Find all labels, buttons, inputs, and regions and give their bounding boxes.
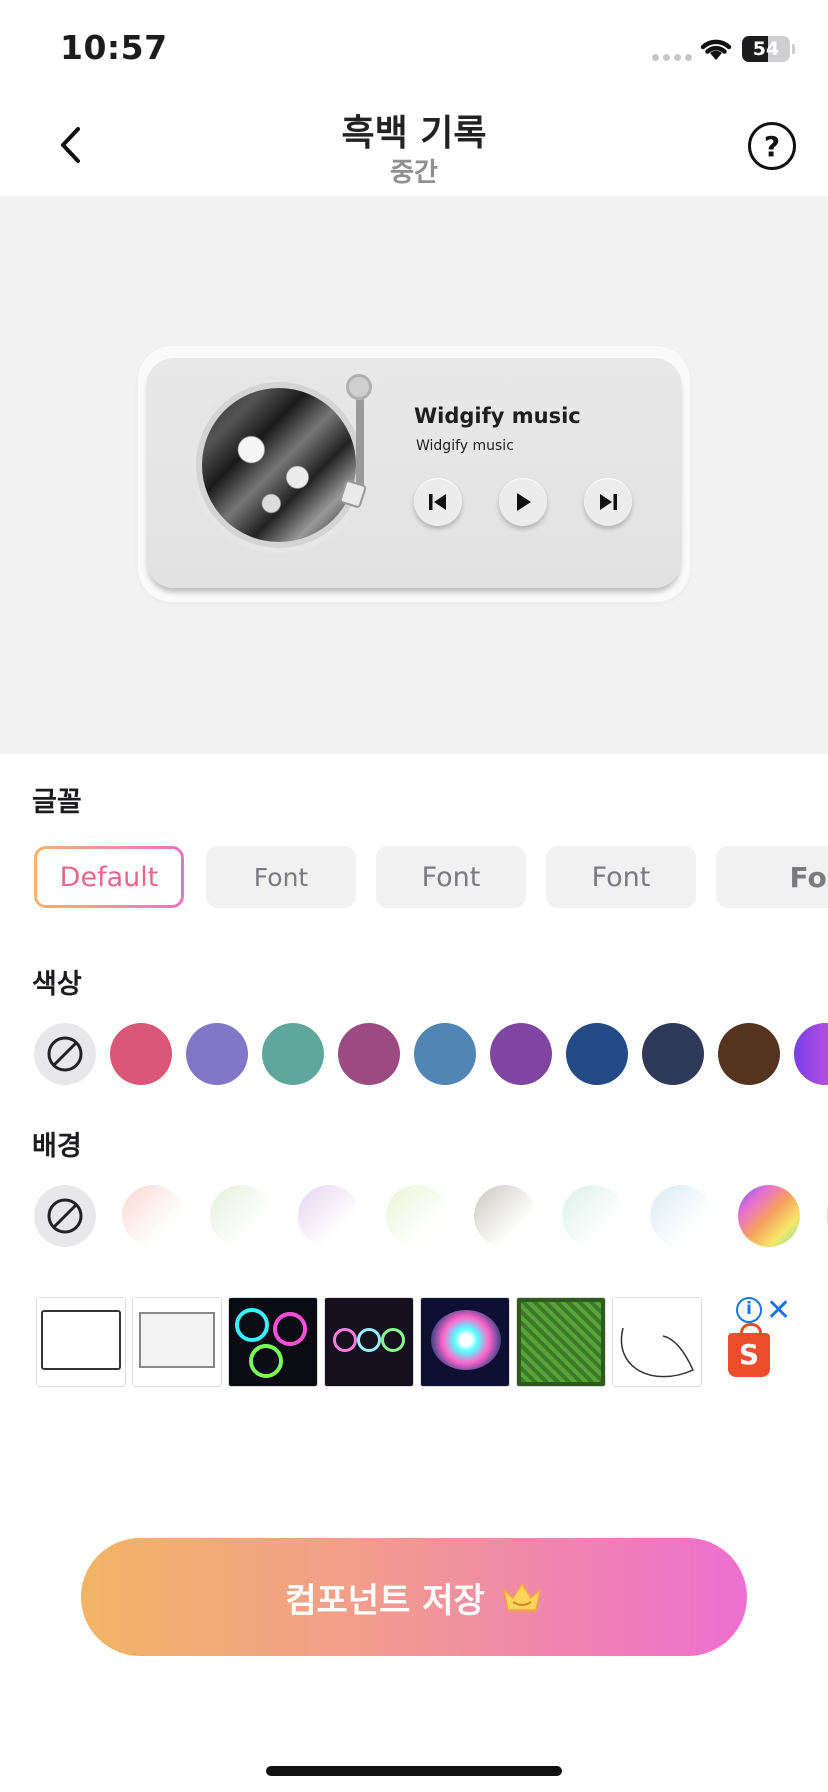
help-button[interactable]: ? xyxy=(748,122,796,170)
color-swatch[interactable] xyxy=(490,1023,552,1085)
color-swatch[interactable] xyxy=(298,1185,360,1247)
color-swatch[interactable] xyxy=(566,1023,628,1085)
color-swatch[interactable] xyxy=(562,1185,624,1247)
status-time: 10:57 xyxy=(60,28,168,67)
color-section-label: 색상 xyxy=(32,969,82,1000)
color-swatch[interactable] xyxy=(718,1023,780,1085)
color-swatch[interactable] xyxy=(210,1185,272,1247)
battery-icon: 54 xyxy=(742,36,790,62)
font-option[interactable]: Font xyxy=(716,846,828,908)
no-color-icon xyxy=(47,1198,83,1234)
font-option[interactable]: Font xyxy=(546,846,696,908)
color-swatch[interactable] xyxy=(794,1023,828,1085)
ad-info-icon[interactable]: i xyxy=(736,1297,762,1323)
battery-level: 54 xyxy=(752,38,780,60)
previous-icon xyxy=(429,494,446,510)
font-options: Default Font Font Font Font xyxy=(34,846,828,908)
color-swatch[interactable] xyxy=(122,1185,184,1247)
cellular-signal-icon xyxy=(652,54,692,61)
font-option[interactable]: Font xyxy=(376,846,526,908)
color-swatch[interactable] xyxy=(414,1023,476,1085)
nav-bar: 흑백 기록 중간 ? xyxy=(0,100,828,196)
crown-icon xyxy=(502,1582,541,1611)
ad-product-image[interactable] xyxy=(132,1297,222,1387)
color-swatch[interactable] xyxy=(650,1185,712,1247)
status-bar: 10:57 54 xyxy=(0,0,828,100)
music-widget-preview: Widgify music Widgify music xyxy=(138,346,690,602)
song-artist: Widgify music xyxy=(416,438,514,454)
color-swatches xyxy=(34,1023,828,1085)
background-swatches xyxy=(34,1185,828,1247)
no-color-swatch[interactable] xyxy=(34,1023,96,1085)
ad-product-image[interactable] xyxy=(612,1297,702,1387)
widget-preview-area: Widgify music Widgify music xyxy=(0,196,828,754)
wifi-icon xyxy=(700,39,732,60)
ad-product-image[interactable] xyxy=(324,1297,414,1387)
font-option[interactable]: Font xyxy=(206,846,356,908)
play-icon xyxy=(517,493,531,511)
widget-card: Widgify music Widgify music xyxy=(146,358,682,588)
next-button[interactable] xyxy=(584,478,632,526)
ad-product-image[interactable] xyxy=(36,1297,126,1387)
ad-product-image[interactable] xyxy=(420,1297,510,1387)
color-swatch[interactable] xyxy=(386,1185,448,1247)
ad-product-image[interactable] xyxy=(228,1297,318,1387)
ad-product-image[interactable] xyxy=(516,1297,606,1387)
song-title: Widgify music xyxy=(414,404,581,428)
color-swatch[interactable] xyxy=(186,1023,248,1085)
tonearm xyxy=(356,386,364,488)
play-button[interactable] xyxy=(499,478,547,526)
save-component-label: 컴포넌트 저장 xyxy=(285,1580,485,1621)
next-icon xyxy=(600,494,617,510)
no-color-swatch[interactable] xyxy=(34,1185,96,1247)
vinyl-record xyxy=(190,376,368,554)
background-section-label: 배경 xyxy=(32,1131,82,1162)
question-circle-icon: ? xyxy=(763,129,781,163)
tonearm-pivot xyxy=(346,374,372,400)
ad-close-icon[interactable]: ✕ xyxy=(766,1293,791,1328)
color-swatch[interactable] xyxy=(738,1185,800,1247)
album-art xyxy=(202,388,356,542)
color-swatch[interactable] xyxy=(262,1023,324,1085)
page-subtitle: 중간 xyxy=(390,158,438,188)
home-indicator xyxy=(266,1766,562,1776)
color-swatch[interactable] xyxy=(338,1023,400,1085)
color-swatch[interactable] xyxy=(474,1185,536,1247)
color-swatch[interactable] xyxy=(110,1023,172,1085)
ad-banner[interactable]: i ✕ S xyxy=(36,1293,796,1387)
no-color-icon xyxy=(47,1036,83,1072)
color-swatch[interactable] xyxy=(642,1023,704,1085)
shopee-bag-icon: S xyxy=(728,1323,770,1377)
save-component-button[interactable]: 컴포넌트 저장 xyxy=(81,1538,747,1656)
font-section-label: 글꼴 xyxy=(32,787,82,818)
font-option-default[interactable]: Default xyxy=(34,846,184,908)
previous-button[interactable] xyxy=(414,478,462,526)
page-title: 흑백 기록 xyxy=(341,113,487,154)
